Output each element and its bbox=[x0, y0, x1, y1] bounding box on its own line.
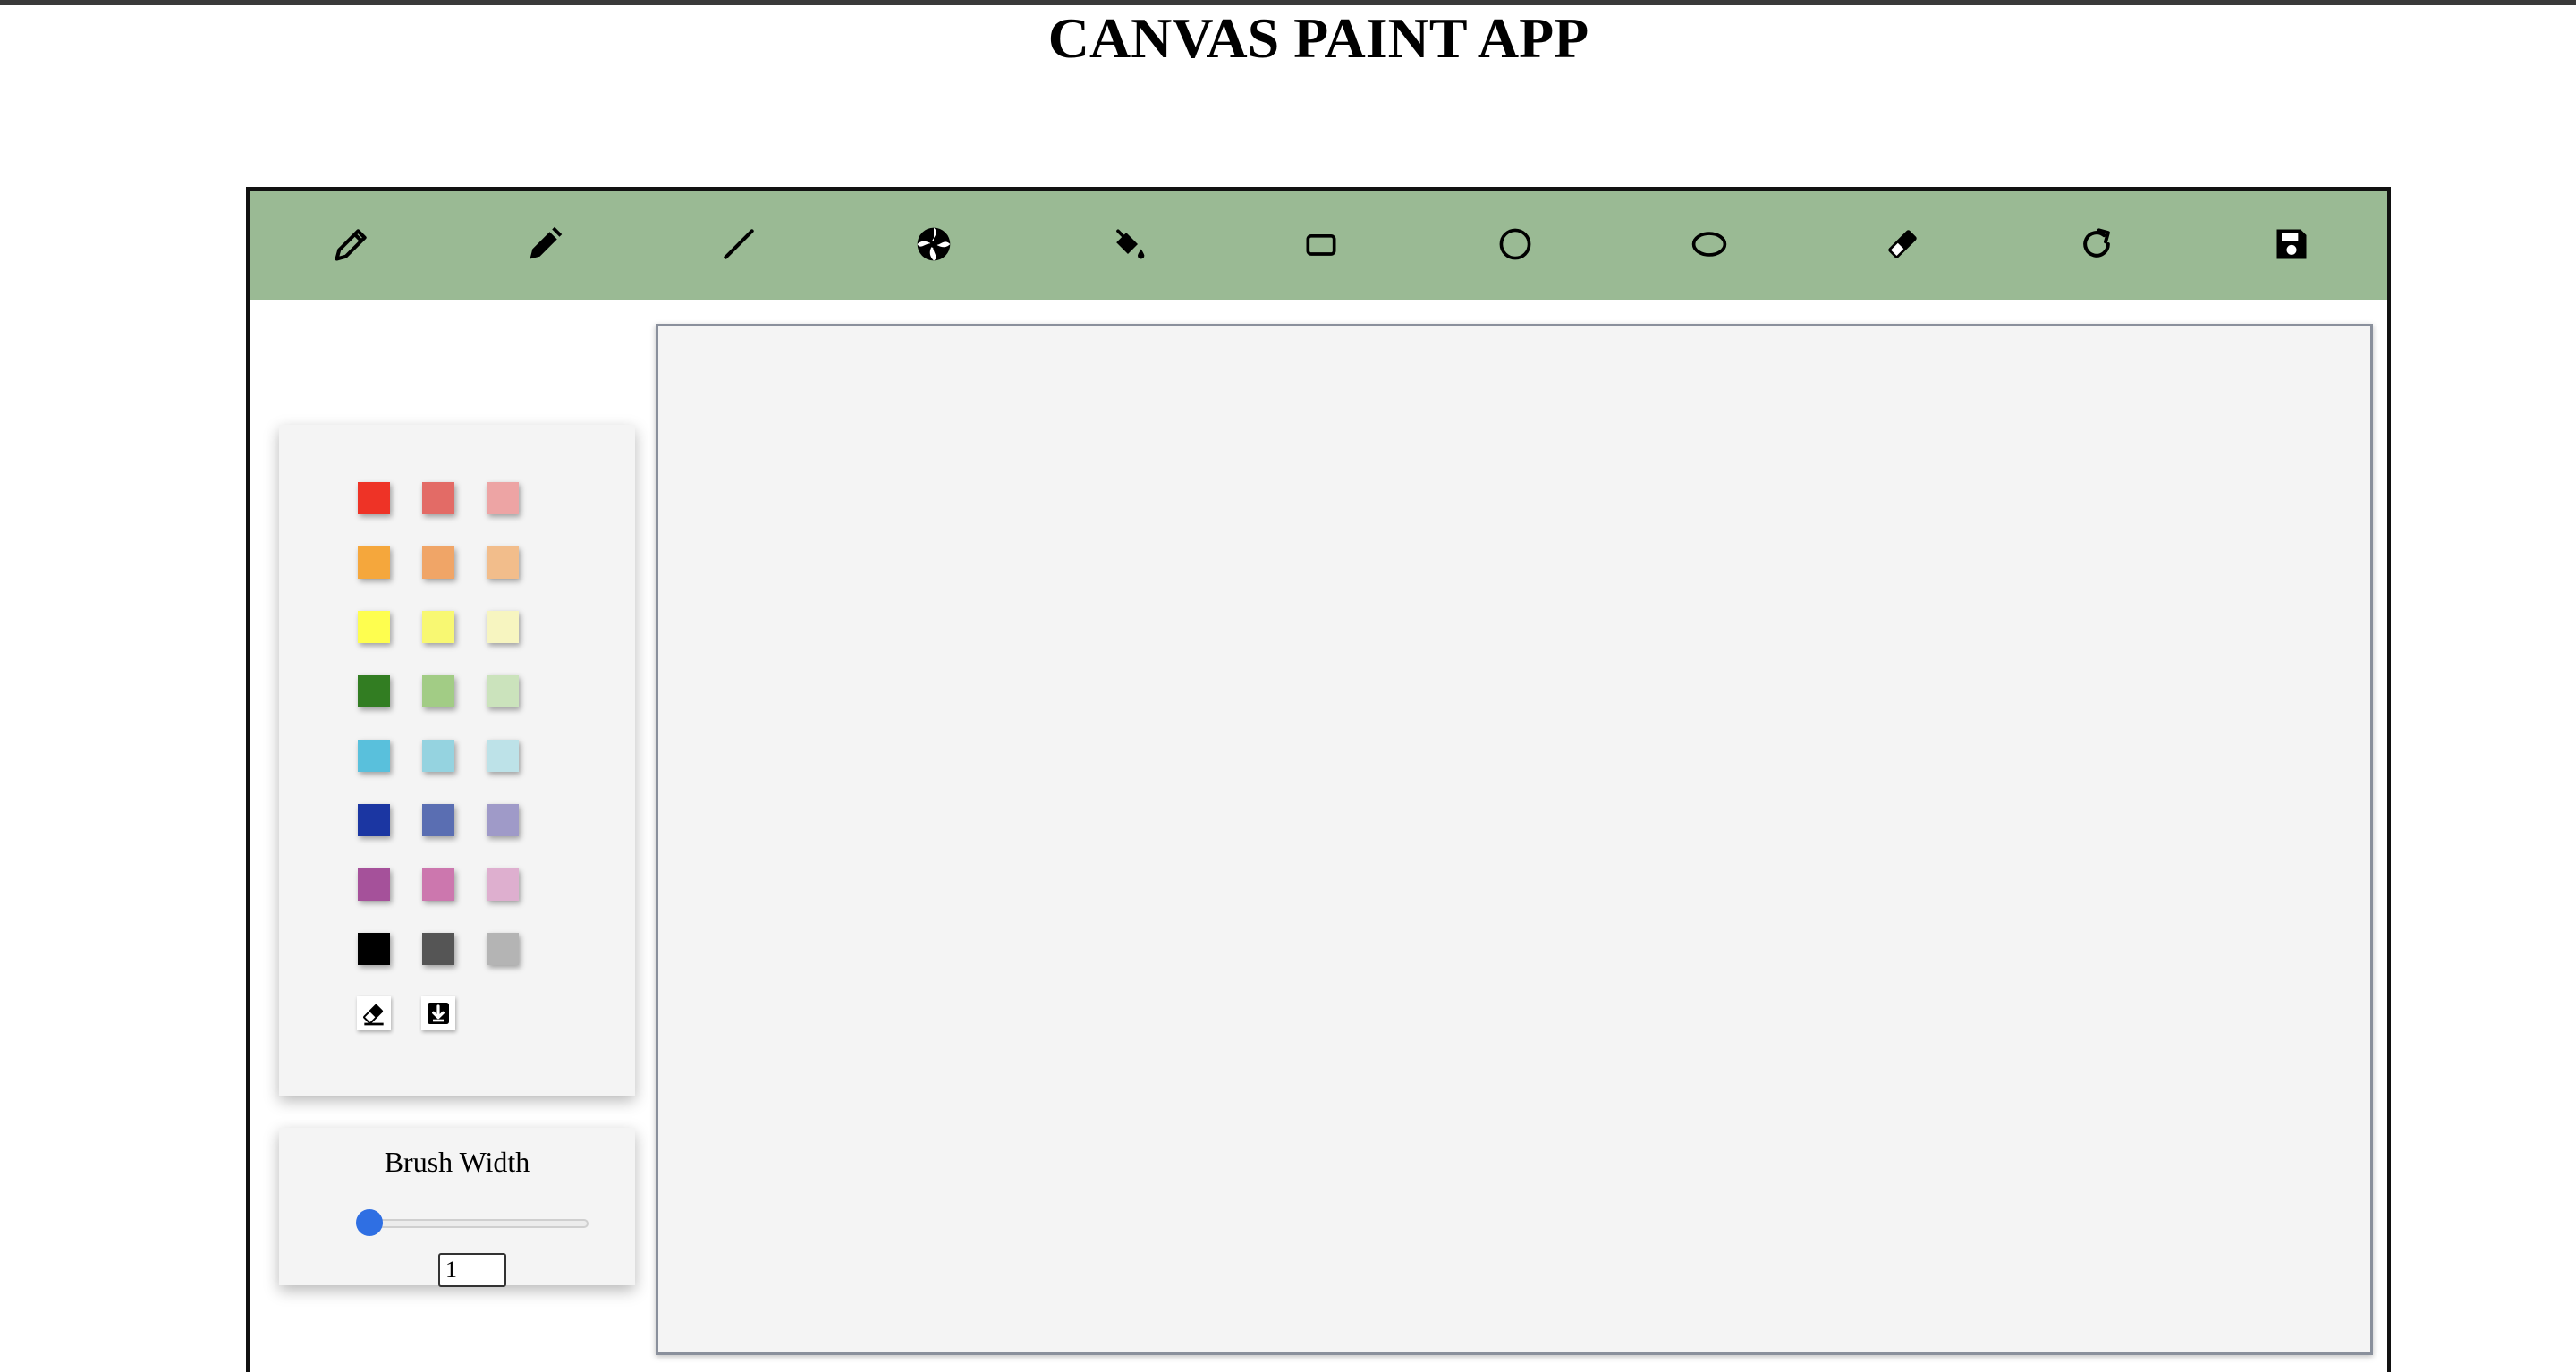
paint-app-frame: Brush Width bbox=[246, 187, 2391, 1372]
color-swatch[interactable] bbox=[422, 740, 454, 772]
spray-icon bbox=[917, 227, 951, 261]
pencil-icon bbox=[335, 229, 367, 261]
spray-tool[interactable] bbox=[905, 216, 962, 273]
drawing-canvas[interactable] bbox=[656, 324, 2373, 1355]
color-swatch[interactable] bbox=[358, 546, 390, 579]
rectangle-tool[interactable] bbox=[1292, 216, 1350, 273]
ellipse-icon bbox=[1691, 232, 1727, 257]
custom-color-button[interactable] bbox=[421, 996, 455, 1030]
floppy-disk-icon bbox=[2276, 229, 2307, 259]
line-tool[interactable] bbox=[710, 216, 767, 273]
color-swatch[interactable] bbox=[422, 804, 454, 836]
color-swatch[interactable] bbox=[422, 675, 454, 707]
color-swatch[interactable] bbox=[422, 546, 454, 579]
color-swatch[interactable] bbox=[422, 611, 454, 643]
color-swatch[interactable] bbox=[422, 482, 454, 514]
save-tool[interactable] bbox=[2263, 216, 2320, 273]
color-swatch[interactable] bbox=[422, 868, 454, 901]
color-swatch[interactable] bbox=[487, 740, 519, 772]
color-swatch[interactable] bbox=[358, 740, 390, 772]
color-palette bbox=[279, 425, 635, 1096]
pencil-tool[interactable] bbox=[323, 216, 380, 273]
brush-width-label: Brush Width bbox=[384, 1146, 530, 1178]
toolbar bbox=[250, 191, 2387, 300]
color-swatch[interactable] bbox=[358, 482, 390, 514]
download-icon bbox=[428, 1003, 449, 1024]
color-swatch[interactable] bbox=[358, 804, 390, 836]
top-border bbox=[0, 0, 2576, 5]
line-icon bbox=[724, 229, 754, 259]
eraser-icon bbox=[363, 1004, 384, 1026]
eraser-tool[interactable] bbox=[1874, 216, 1931, 273]
page-title: CANVAS PAINT APP bbox=[1047, 6, 1589, 70]
rectangle-icon bbox=[1306, 234, 1336, 256]
color-swatch[interactable] bbox=[487, 804, 519, 836]
clear-color-button[interactable] bbox=[357, 996, 391, 1030]
fill-tool[interactable] bbox=[1099, 216, 1157, 273]
brush-width-slider-thumb[interactable] bbox=[356, 1209, 383, 1236]
color-swatch[interactable] bbox=[358, 933, 390, 965]
brush-width-slider[interactable] bbox=[369, 1219, 589, 1228]
brush-width-panel: Brush Width bbox=[279, 1128, 635, 1287]
color-swatch[interactable] bbox=[487, 611, 519, 643]
circle-tool[interactable] bbox=[1487, 216, 1544, 273]
color-swatch[interactable] bbox=[487, 933, 519, 965]
eraser-icon bbox=[1888, 230, 1917, 258]
color-swatch[interactable] bbox=[358, 611, 390, 643]
fill-bucket-icon bbox=[1116, 229, 1145, 259]
color-swatch[interactable] bbox=[358, 675, 390, 707]
circle-icon bbox=[1499, 228, 1531, 260]
color-swatch[interactable] bbox=[487, 675, 519, 707]
rotate-icon bbox=[2083, 228, 2110, 258]
undo-tool[interactable] bbox=[2068, 216, 2125, 273]
color-swatch[interactable] bbox=[487, 546, 519, 579]
marker-icon bbox=[530, 226, 563, 259]
color-swatch[interactable] bbox=[487, 868, 519, 901]
color-swatch[interactable] bbox=[358, 868, 390, 901]
brush-tool[interactable] bbox=[516, 216, 573, 273]
brush-width-input[interactable] bbox=[438, 1253, 506, 1287]
ellipse-tool[interactable] bbox=[1681, 216, 1738, 273]
color-swatch[interactable] bbox=[422, 933, 454, 965]
color-swatch[interactable] bbox=[487, 482, 519, 514]
